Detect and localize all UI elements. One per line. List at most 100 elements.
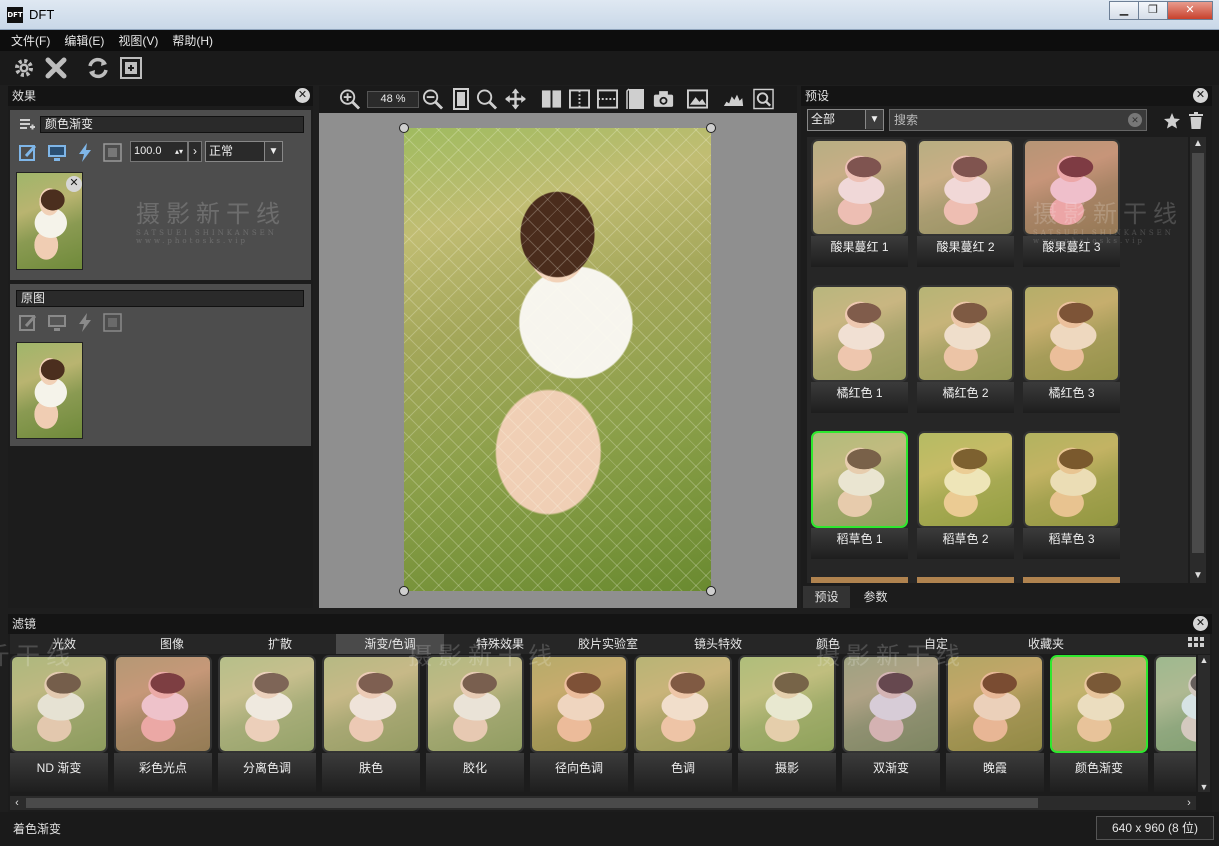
minimize-button[interactable]: ▁ bbox=[1109, 1, 1139, 20]
blend-mode-value: 正常 bbox=[209, 144, 234, 158]
layer-list-icon[interactable] bbox=[16, 114, 37, 135]
crop-handle-top-left[interactable] bbox=[399, 123, 409, 133]
split-horizontal-icon[interactable] bbox=[597, 88, 618, 109]
filter-scrollbar-thumb[interactable] bbox=[26, 798, 1038, 808]
filter-item[interactable]: 径向色调 bbox=[530, 655, 628, 792]
zoom-tool-icon[interactable] bbox=[476, 88, 497, 110]
original-thumbnail[interactable] bbox=[16, 342, 83, 439]
filter-category-bar: 光效 图像 扩散 渐变/色调 特殊效果 胶片实验室 镜头特效 颜色 自定 收藏夹 bbox=[10, 634, 1210, 654]
scroll-up-icon[interactable]: ▲ bbox=[1190, 137, 1206, 151]
preset-item[interactable]: 酸果蔓红 2 bbox=[917, 139, 1014, 267]
edit-mask-icon[interactable] bbox=[18, 142, 39, 163]
crop-handle-top-right[interactable] bbox=[706, 123, 716, 133]
effect-name-field[interactable]: 颜色渐变 bbox=[40, 116, 304, 133]
zoom-in-icon[interactable] bbox=[339, 88, 360, 110]
filter-item[interactable]: 肤色 bbox=[322, 655, 420, 792]
crop-handle-bottom-right[interactable] bbox=[706, 586, 716, 596]
opacity-slider-arrow-icon[interactable]: › bbox=[188, 141, 202, 162]
scroll-up-icon[interactable]: ▲ bbox=[1198, 655, 1210, 665]
frame-mask-icon[interactable] bbox=[102, 142, 123, 163]
filter-item[interactable]: 着 bbox=[1154, 655, 1196, 792]
preset-item[interactable]: 橘红色 3 bbox=[1023, 285, 1120, 413]
maximize-button[interactable]: ❐ bbox=[1138, 1, 1168, 20]
filter-category[interactable]: 收藏夹 bbox=[992, 634, 1100, 654]
status-image-info: 640 x 960 (8 位) bbox=[1096, 816, 1214, 840]
watermark-url: www.photosks.vip bbox=[1033, 237, 1145, 245]
grid-view-icon[interactable] bbox=[1188, 637, 1204, 654]
preset-filter-select[interactable]: 全部 ▼ bbox=[807, 109, 884, 131]
pan-move-icon[interactable] bbox=[505, 88, 526, 109]
filter-item[interactable]: 胶化 bbox=[426, 655, 524, 792]
image-compare-icon[interactable] bbox=[687, 88, 708, 109]
filter-label: 径向色调 bbox=[530, 753, 628, 792]
fit-page-icon[interactable] bbox=[450, 87, 471, 110]
close-window-button[interactable]: ✕ bbox=[1167, 1, 1213, 20]
menu-help[interactable]: 帮助(H) bbox=[169, 32, 216, 49]
tab-parameters[interactable]: 参数 bbox=[852, 586, 899, 608]
remove-effect-icon[interactable]: ✕ bbox=[66, 176, 82, 192]
tab-presets[interactable]: 预设 bbox=[803, 586, 850, 608]
scroll-down-icon[interactable]: ▼ bbox=[1198, 782, 1210, 792]
canvas-image[interactable] bbox=[404, 128, 711, 591]
menu-edit[interactable]: 编辑(E) bbox=[61, 32, 107, 49]
filter-item[interactable]: 晚霞 bbox=[946, 655, 1044, 792]
preset-item[interactable]: 橘红色 1 bbox=[811, 285, 908, 413]
split-view-icon[interactable] bbox=[541, 88, 562, 109]
cancel-x-icon[interactable] bbox=[43, 55, 69, 81]
settings-gear-icon[interactable] bbox=[11, 55, 37, 81]
filters-panel-close-icon[interactable]: ✕ bbox=[1193, 616, 1208, 631]
filter-category[interactable]: 胶片实验室 bbox=[554, 634, 662, 654]
preset-item[interactable]: 稻草色 1 bbox=[811, 431, 908, 559]
camera-snapshot-icon[interactable] bbox=[653, 88, 674, 109]
filter-category[interactable]: 扩散 bbox=[226, 634, 334, 654]
clear-search-icon[interactable]: ✕ bbox=[1128, 113, 1142, 127]
opacity-field[interactable]: 100.0 ▴▾ bbox=[130, 141, 188, 162]
split-vertical-icon[interactable] bbox=[569, 88, 590, 109]
chevron-down-icon: ▼ bbox=[264, 142, 282, 161]
effects-panel-close-icon[interactable]: ✕ bbox=[295, 88, 310, 103]
preset-search-placeholder: 搜索 bbox=[894, 113, 919, 127]
refresh-icon[interactable] bbox=[85, 55, 111, 81]
preset-item[interactable]: 稻草色 3 bbox=[1023, 431, 1120, 559]
edit-mask-icon-disabled bbox=[18, 312, 39, 333]
original-layer-card[interactable]: 原图 bbox=[10, 284, 311, 446]
blend-mode-select[interactable]: 正常 ▼ bbox=[205, 141, 283, 162]
preset-search-input[interactable]: 搜索 ✕ bbox=[889, 109, 1147, 131]
zoom-out-icon[interactable] bbox=[422, 88, 443, 110]
single-view-icon[interactable] bbox=[625, 87, 646, 109]
filter-item[interactable]: 颜色渐变 bbox=[1050, 655, 1148, 792]
delete-trash-icon[interactable] bbox=[1185, 110, 1206, 131]
filter-item[interactable]: ND 渐变 bbox=[10, 655, 108, 792]
scroll-down-icon[interactable]: ▼ bbox=[1190, 569, 1206, 583]
preset-item[interactable]: 酸果蔓红 1 bbox=[811, 139, 908, 267]
filters-panel-title: 滤镜 bbox=[12, 617, 37, 631]
histogram-icon[interactable] bbox=[723, 88, 744, 109]
filter-category[interactable]: 图像 bbox=[118, 634, 226, 654]
preset-item[interactable]: 橘红色 2 bbox=[917, 285, 1014, 413]
lightning-icon[interactable] bbox=[74, 142, 95, 163]
monitor-preview-icon[interactable] bbox=[46, 142, 67, 163]
filter-category[interactable]: 镜头特效 bbox=[664, 634, 772, 654]
loupe-icon[interactable] bbox=[753, 88, 774, 109]
preset-scrollbar-thumb[interactable] bbox=[1192, 153, 1204, 553]
menu-view[interactable]: 视图(V) bbox=[115, 32, 161, 49]
zoom-field[interactable]: 48 % bbox=[367, 91, 419, 108]
fit-frame-icon[interactable] bbox=[118, 55, 144, 81]
favorite-star-icon[interactable] bbox=[1161, 110, 1182, 131]
scroll-right-icon[interactable]: › bbox=[1182, 796, 1196, 810]
presets-panel-close-icon[interactable]: ✕ bbox=[1193, 88, 1208, 103]
filter-item[interactable]: 双渐变 bbox=[842, 655, 940, 792]
menu-file[interactable]: 文件(F) bbox=[8, 32, 53, 49]
preset-item[interactable]: 稻草色 2 bbox=[917, 431, 1014, 559]
filter-thumbnail bbox=[1050, 655, 1148, 753]
preset-scrollbar[interactable]: ▲ ▼ bbox=[1190, 137, 1206, 583]
filter-item[interactable]: 彩色光点 bbox=[114, 655, 212, 792]
filter-vertical-scrollbar[interactable]: ▲ ▼ bbox=[1198, 655, 1210, 792]
filter-item[interactable]: 摄影 bbox=[738, 655, 836, 792]
filter-item[interactable]: 分离色调 bbox=[218, 655, 316, 792]
filter-item[interactable]: 色调 bbox=[634, 655, 732, 792]
crop-handle-bottom-left[interactable] bbox=[399, 586, 409, 596]
scroll-left-icon[interactable]: ‹ bbox=[10, 796, 24, 810]
filter-horizontal-scrollbar[interactable]: ‹ › bbox=[10, 796, 1196, 810]
stepper-arrows-icon[interactable]: ▴▾ bbox=[175, 142, 183, 161]
